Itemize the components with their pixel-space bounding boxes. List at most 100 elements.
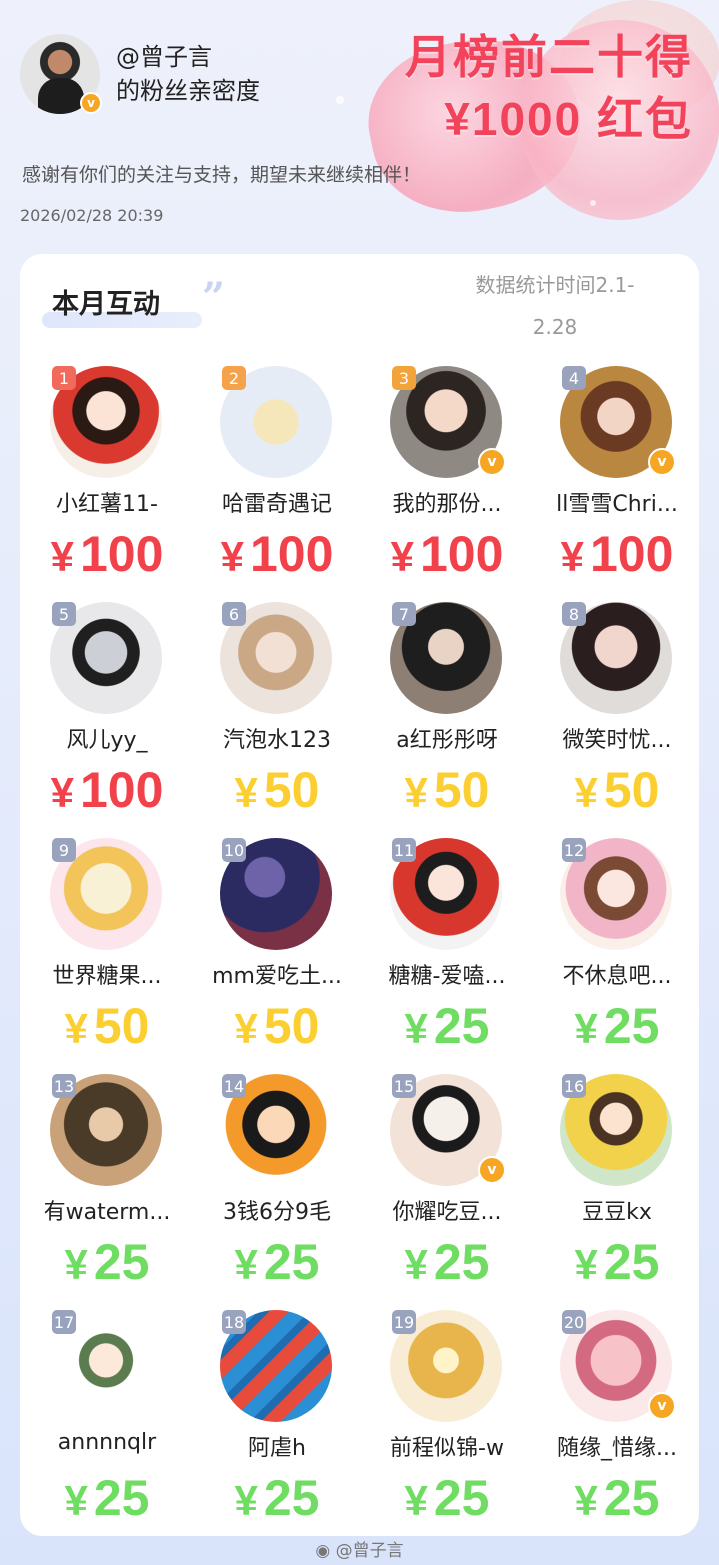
fan-name[interactable]: 微笑时忧...: [532, 722, 702, 754]
rank-badge: 9: [52, 838, 76, 862]
card-header: 本月互动: [42, 282, 202, 328]
rank-badge: 20: [562, 1310, 586, 1334]
amount-value: 50: [93, 998, 150, 1054]
rank-badge: 7: [392, 602, 416, 626]
reward-amount: ¥100: [192, 526, 362, 585]
amount-value: 25: [433, 1470, 490, 1526]
fan-name[interactable]: 豆豆kx: [532, 1194, 702, 1226]
fan-name[interactable]: 汽泡水123: [192, 722, 362, 754]
fan-name[interactable]: 不休息吧...: [532, 958, 702, 990]
profile-header: v @曾子言 的粉丝亲密度: [20, 34, 260, 114]
currency-symbol: ¥: [404, 1477, 428, 1524]
fan-name[interactable]: 前程似锦-w: [362, 1430, 532, 1462]
fan-name[interactable]: 你耀吃豆...: [362, 1194, 532, 1226]
reward-amount: ¥50: [22, 998, 192, 1057]
amount-value: 25: [93, 1234, 150, 1290]
currency-symbol: ¥: [50, 533, 74, 580]
promo-banner: 月榜前二十得 ¥1000 红包: [405, 26, 693, 150]
amount-value: 25: [93, 1470, 150, 1526]
fan-name[interactable]: 风儿yy_: [22, 722, 192, 754]
rank-badge: 10: [222, 838, 246, 862]
amount-value: 25: [603, 1470, 660, 1526]
reward-amount: ¥100: [362, 526, 532, 585]
reward-amount: ¥50: [192, 998, 362, 1057]
fan-name[interactable]: ll雪雪Chri...: [532, 486, 702, 518]
currency-symbol: ¥: [574, 1005, 598, 1052]
currency-symbol: ¥: [234, 1241, 258, 1288]
fan-name[interactable]: annnnqlr: [22, 1430, 192, 1455]
fan-name[interactable]: a红彤彤呀: [362, 722, 532, 754]
fan-name[interactable]: 随缘_惜缘...: [532, 1430, 702, 1462]
amount-value: 25: [603, 998, 660, 1054]
promo-line-1: 月榜前二十得: [405, 31, 693, 83]
reward-amount: ¥25: [22, 1470, 192, 1529]
fan-name[interactable]: 世界糖果...: [22, 958, 192, 990]
ranking-card: 本月互动 ” 数据统计时间2.1- 2.28 1 小红薯11- ¥100 2 哈雷奇遇记…: [20, 254, 699, 1536]
decor-sparkle: [336, 96, 344, 104]
reward-amount: ¥100: [22, 526, 192, 585]
amount-value: 50: [263, 998, 320, 1054]
rank-badge: 1: [52, 366, 76, 390]
verified-icon: v: [478, 448, 506, 476]
profile-subtitle: 的粉丝亲密度: [116, 77, 260, 105]
amount-value: 100: [79, 526, 164, 582]
watermark-text: @曾子言: [335, 1541, 404, 1561]
amount-value: 25: [433, 998, 490, 1054]
fan-name[interactable]: 小红薯11-: [22, 486, 192, 518]
quote-icon: ”: [202, 274, 226, 321]
reward-amount: ¥25: [532, 1234, 702, 1293]
currency-symbol: ¥: [560, 533, 584, 580]
profile-handle[interactable]: @曾子言: [116, 40, 260, 74]
thanks-message: 感谢有你们的关注与支持，期望未来继续相伴！: [22, 164, 422, 186]
amount-value: 50: [433, 762, 490, 818]
amount-value: 100: [79, 762, 164, 818]
reward-amount: ¥25: [362, 1470, 532, 1529]
reward-amount: ¥100: [22, 762, 192, 821]
rank-badge: 8: [562, 602, 586, 626]
reward-amount: ¥100: [532, 526, 702, 585]
currency-symbol: ¥: [404, 1005, 428, 1052]
fan-name[interactable]: 有waterm...: [22, 1194, 192, 1226]
rank-badge: 3: [392, 366, 416, 390]
fan-name[interactable]: 我的那份...: [362, 486, 532, 518]
verified-icon: v: [648, 1392, 676, 1420]
currency-symbol: ¥: [404, 769, 428, 816]
rank-badge: 19: [392, 1310, 416, 1334]
currency-symbol: ¥: [64, 1477, 88, 1524]
reward-amount: ¥25: [192, 1470, 362, 1529]
amount-value: 25: [603, 1234, 660, 1290]
amount-value: 50: [263, 762, 320, 818]
currency-symbol: ¥: [574, 1477, 598, 1524]
currency-symbol: ¥: [234, 1005, 258, 1052]
fan-name[interactable]: 哈雷奇遇记: [192, 486, 362, 518]
fan-name[interactable]: 阿虐h: [192, 1430, 362, 1462]
currency-symbol: ¥: [234, 769, 258, 816]
fan-name[interactable]: 糖糖-爱嗑...: [362, 958, 532, 990]
rank-badge: 18: [222, 1310, 246, 1334]
amount-value: 100: [419, 526, 504, 582]
rank-badge: 6: [222, 602, 246, 626]
verified-icon: v: [80, 92, 102, 114]
amount-value: 25: [263, 1234, 320, 1290]
verified-icon: v: [478, 1156, 506, 1184]
watermark: ◉ @曾子言: [0, 1536, 719, 1561]
fan-name[interactable]: 3钱6分9毛: [192, 1194, 362, 1226]
reward-amount: ¥25: [362, 998, 532, 1057]
currency-symbol: ¥: [50, 769, 74, 816]
rank-badge: 4: [562, 366, 586, 390]
stat-period-line-2: 2.28: [532, 315, 578, 339]
timestamp: 2026/02/28 20:39: [20, 206, 164, 225]
currency-symbol: ¥: [574, 769, 598, 816]
amount-value: 100: [249, 526, 334, 582]
header-text: @曾子言 的粉丝亲密度: [116, 40, 260, 108]
currency-symbol: ¥: [64, 1241, 88, 1288]
amount-value: 100: [589, 526, 674, 582]
fan-name[interactable]: mm爱吃土...: [192, 958, 362, 990]
currency-symbol: ¥: [64, 1005, 88, 1052]
reward-amount: ¥25: [22, 1234, 192, 1293]
decor-sparkle: [590, 200, 596, 206]
currency-symbol: ¥: [234, 1477, 258, 1524]
currency-symbol: ¥: [390, 533, 414, 580]
rank-badge: 14: [222, 1074, 246, 1098]
stat-period-line-1: 数据统计时间2.1-: [475, 273, 635, 297]
